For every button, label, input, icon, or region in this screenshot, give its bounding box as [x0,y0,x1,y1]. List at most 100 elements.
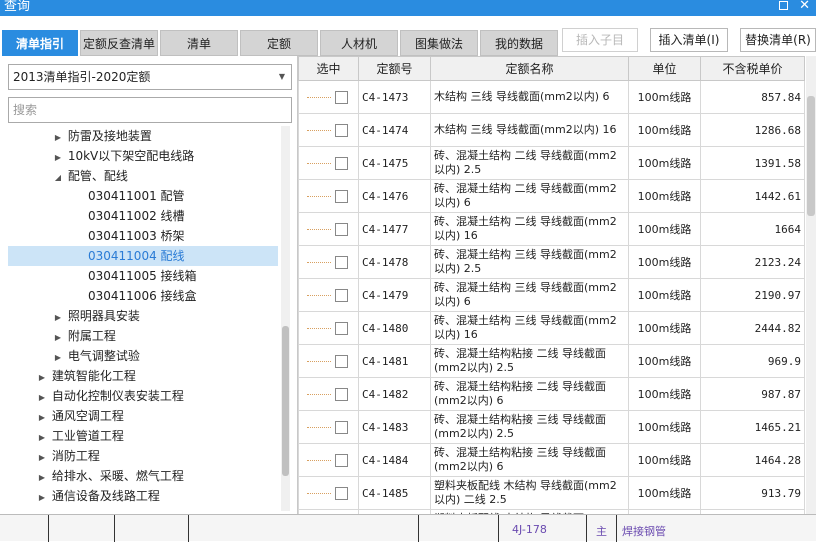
table-row[interactable]: C4-1483 砖、混凝土结构粘接 三线 导线截面(mm2以内) 2.5 100m线… [298,410,805,444]
tree-node[interactable]: 030411001 配管 [8,186,278,206]
tree-node[interactable]: ▶ 照明器具安装 [8,306,278,326]
tab-quota[interactable]: 定额 [240,30,318,56]
table-row[interactable]: C4-1485 塑料夹板配线 木结构 导线截面(mm2以内) 二线 2.5 100m… [298,476,805,510]
table-row[interactable]: C4-1482 砖、混凝土结构粘接 二线 导线截面(mm2以内) 6 100m线路 9… [298,377,805,411]
chevron-down-icon[interactable]: ▼ [279,65,285,89]
collapsed-arrow-icon[interactable]: ▶ [36,428,48,448]
tree-node[interactable]: 030411004 配线 [8,246,278,266]
list-tree: ▶ 防雷及接地装置 ▶ 10kV以下架空配电线路 ◢ 配管、配线 030411001 … [8,126,278,511]
tree-node[interactable]: ▶ 防雷及接地装置 [8,126,278,146]
grid-line [586,515,587,542]
left-scrollbar[interactable] [281,126,290,511]
tree-node[interactable]: ▶ 通风空调工程 [8,406,278,426]
tree-line [307,460,331,461]
tree-node[interactable]: ▶ 通信设备及线路工程 [8,486,278,506]
col-price[interactable]: 不含税单价 [700,56,805,81]
row-checkbox[interactable] [335,157,348,170]
scroll-thumb[interactable] [282,326,289,476]
insert-child-button[interactable]: 插入子目 [562,28,638,52]
tree-line [307,328,331,329]
col-code[interactable]: 定额号 [358,56,431,81]
collapsed-arrow-icon[interactable]: ▶ [52,328,64,348]
row-checkbox[interactable] [335,91,348,104]
code-cell: C4-1485 [358,476,431,510]
table-row[interactable]: C4-1477 砖、混凝土结构 二线 导线截面(mm2以内) 16 100m线路 16… [298,212,805,246]
tree-node[interactable]: ▶ 10kV以下架空配电线路 [8,146,278,166]
tree-node[interactable]: ▶ 建筑智能化工程 [8,366,278,386]
collapsed-arrow-icon[interactable]: ▶ [36,408,48,428]
library-select[interactable]: 2013清单指引-2020定额 ▼ [8,64,292,90]
code-cell: C4-1477 [358,212,431,246]
table-row[interactable]: C4-1475 砖、混凝土结构 二线 导线截面(mm2以内) 2.5 100m线路 1… [298,146,805,180]
table-row[interactable]: C4-1480 砖、混凝土结构 三线 导线截面(mm2以内) 16 100m线路 24… [298,311,805,345]
search-input[interactable]: 搜索 [8,97,292,123]
table-row[interactable]: C4-1476 砖、混凝土结构 二线 导线截面(mm2以内) 6 100m线路 144… [298,179,805,213]
table-row[interactable]: C4-1478 砖、混凝土结构 三线 导线截面(mm2以内) 2.5 100m线路 2… [298,245,805,279]
tree-node[interactable]: ▶ 给排水、采暖、燃气工程 [8,466,278,486]
collapsed-arrow-icon[interactable]: ▶ [52,148,64,168]
tab-atlas-method[interactable]: 图集做法 [400,30,478,56]
close-icon[interactable]: ✕ [799,0,810,13]
tree-node-label: 030411002 线槽 [88,209,185,223]
collapsed-arrow-icon[interactable]: ▶ [36,368,48,388]
table-row[interactable]: C4-1479 砖、混凝土结构 三线 导线截面(mm2以内) 6 100m线路 219… [298,278,805,312]
row-checkbox[interactable] [335,289,348,302]
tree-node-label: 附属工程 [67,329,116,343]
tab-list-guide[interactable]: 清单指引 [2,30,78,56]
expanded-arrow-icon[interactable]: ◢ [52,168,64,188]
name-cell: 木结构 三线 导线截面(mm2以内) 16 [430,113,629,147]
collapsed-arrow-icon[interactable]: ▶ [52,308,64,328]
row-checkbox[interactable] [335,322,348,335]
row-checkbox[interactable] [335,223,348,236]
tab-quota-reverse-lookup[interactable]: 定额反查清单 [80,30,158,56]
collapsed-arrow-icon[interactable]: ▶ [36,488,48,508]
col-select[interactable]: 选中 [298,56,359,81]
tree-line [307,361,331,362]
table-row[interactable]: C4-1474 木结构 三线 导线截面(mm2以内) 16 100m线路 1286.6… [298,113,805,147]
name-cell: 砖、混凝土结构 三线 导线截面(mm2以内) 16 [430,311,629,345]
table-row[interactable]: C4-1473 木结构 三线 导线截面(mm2以内) 6 100m线路 857.84 [298,80,805,114]
quota-table-panel: 选中 定额号 定额名称 单位 不含税单价 C4-1473 木结构 三线 导线截面(… [298,56,816,514]
collapsed-arrow-icon[interactable]: ▶ [36,448,48,468]
table-row[interactable]: C4-1481 砖、混凝土结构粘接 二线 导线截面(mm2以内) 2.5 100m线… [298,344,805,378]
maximize-icon[interactable] [779,1,788,10]
tree-node[interactable]: ▶ 工业管道工程 [8,426,278,446]
row-checkbox[interactable] [335,256,348,269]
tab-my-data[interactable]: 我的数据 [480,30,558,56]
scroll-thumb[interactable] [807,96,815,216]
tab-materials[interactable]: 人材机 [320,30,398,56]
grid-line [48,515,49,542]
tree-node[interactable]: ▶ 电气调整试验 [8,346,278,366]
col-name[interactable]: 定额名称 [430,56,629,81]
unit-cell: 100m线路 [628,80,701,114]
background-code: 4J-178 [512,523,547,536]
grid-line [616,515,617,542]
collapsed-arrow-icon[interactable]: ▶ [36,388,48,408]
tree-node[interactable]: 030411002 线槽 [8,206,278,226]
collapsed-arrow-icon[interactable]: ▶ [36,468,48,488]
table-row[interactable]: C4-1484 砖、混凝土结构粘接 三线 导线截面(mm2以内) 6 100m线路 1… [298,443,805,477]
select-cell [298,179,359,213]
row-checkbox[interactable] [335,421,348,434]
tree-node[interactable]: ▶ 消防工程 [8,446,278,466]
row-checkbox[interactable] [335,355,348,368]
row-checkbox[interactable] [335,190,348,203]
tree-node-label: 配管、配线 [67,169,128,183]
col-unit[interactable]: 单位 [628,56,701,81]
row-checkbox[interactable] [335,124,348,137]
tree-node[interactable]: 030411006 接线盒 [8,286,278,306]
replace-list-button[interactable]: 替换清单(R) [740,28,816,52]
tree-node[interactable]: ◢ 配管、配线 [8,166,278,186]
collapsed-arrow-icon[interactable]: ▶ [52,348,64,368]
tree-node[interactable]: 030411003 桥架 [8,226,278,246]
tab-list[interactable]: 清单 [160,30,238,56]
collapsed-arrow-icon[interactable]: ▶ [52,128,64,148]
table-scrollbar[interactable] [806,56,816,514]
tree-node[interactable]: 030411005 接线箱 [8,266,278,286]
row-checkbox[interactable] [335,454,348,467]
row-checkbox[interactable] [335,388,348,401]
tree-node[interactable]: ▶ 附属工程 [8,326,278,346]
tree-node[interactable]: ▶ 自动化控制仪表安装工程 [8,386,278,406]
insert-list-button[interactable]: 插入清单(I) [650,28,728,52]
row-checkbox[interactable] [335,487,348,500]
